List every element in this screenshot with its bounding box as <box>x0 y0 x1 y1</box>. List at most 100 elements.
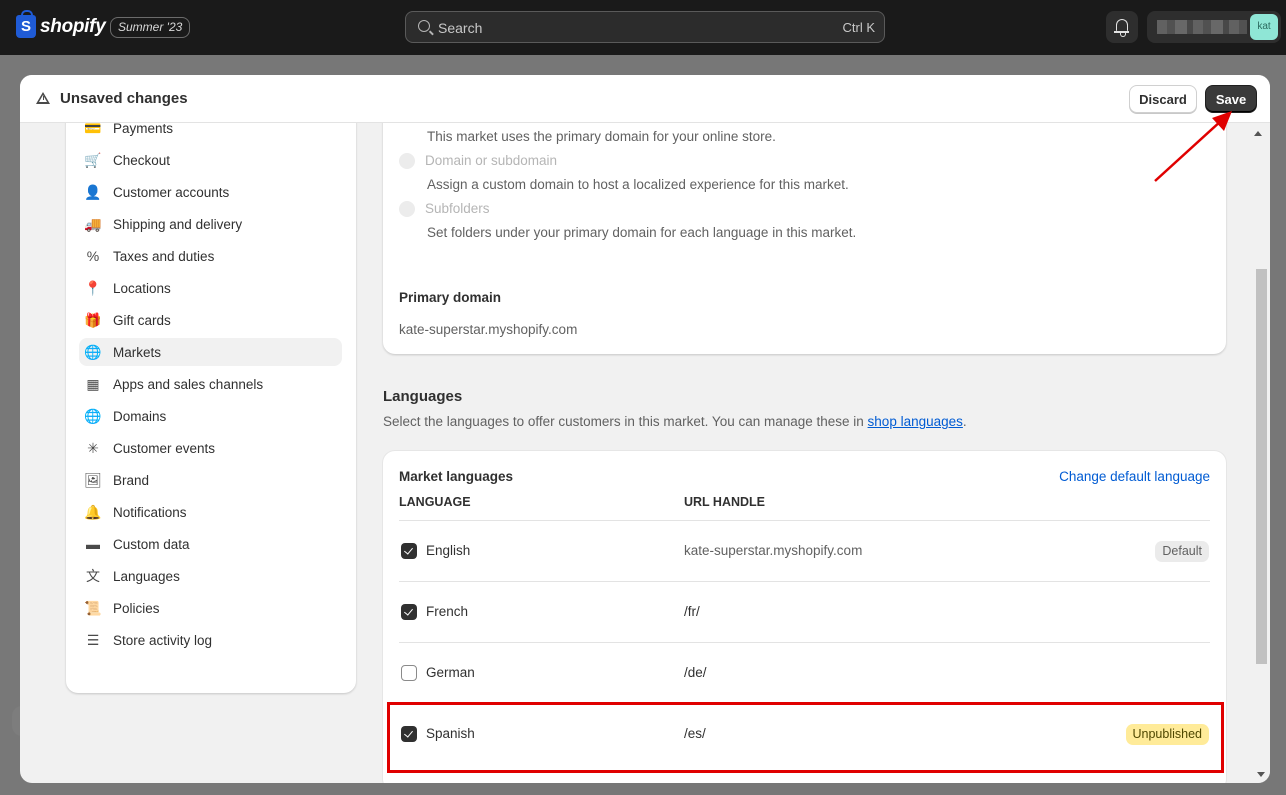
tax-bag-icon: % <box>86 248 100 264</box>
edition-badge: Summer '23 <box>110 17 191 38</box>
shopify-bag-icon: S <box>16 10 36 38</box>
sidebar-item-policies[interactable]: 📜 Policies <box>79 594 342 622</box>
table-row-spanish: Spanish /es/ Unpublished <box>399 703 1210 764</box>
sidebar-item-gift-cards[interactable]: 🎁 Gift cards <box>79 306 342 334</box>
sidebar-item-label: Store activity log <box>113 632 213 648</box>
sidebar-item-customer-accounts[interactable]: 👤 Customer accounts <box>79 178 342 206</box>
unpublished-badge: Unpublished <box>1125 724 1209 745</box>
languages-description-text: Select the languages to offer customers … <box>383 414 868 429</box>
column-header-url-handle: URL HANDLE <box>684 495 766 509</box>
sidebar-item-customer-events[interactable]: ✳ Customer events <box>79 434 342 462</box>
sidebar-item-label: Apps and sales channels <box>113 376 264 392</box>
translate-icon: 文 <box>86 568 100 584</box>
sidebar-item-apps-and-sales-channels[interactable]: ▦ Apps and sales channels <box>79 370 342 398</box>
option-help: Set folders under your primary domain fo… <box>427 225 857 240</box>
sidebar-item-markets[interactable]: 🌐 Markets <box>79 338 342 366</box>
sidebar-item-brand[interactable]: 🖼 Brand <box>79 466 342 494</box>
sidebar-item-label: Locations <box>113 280 171 296</box>
store-name-redacted <box>1157 20 1247 34</box>
globe-cursor-icon: 🌐 <box>84 408 102 424</box>
scroll-up-arrow-icon[interactable] <box>1254 131 1262 136</box>
table-row-german: German /de/ <box>399 642 1210 703</box>
warning-icon <box>36 92 50 104</box>
sidebar-item-label: Shipping and delivery <box>113 216 243 232</box>
scrollbar-thumb[interactable] <box>1256 269 1267 664</box>
table-row-french: French /fr/ <box>399 581 1210 642</box>
sidebar-item-label: Taxes and duties <box>113 248 215 264</box>
unsaved-changes-title: Unsaved changes <box>60 90 188 107</box>
notifications-button[interactable] <box>1106 11 1138 43</box>
save-button[interactable]: Save <box>1205 85 1257 113</box>
sidebar-item-notifications[interactable]: 🔔 Notifications <box>79 498 342 526</box>
modal-scrollbar[interactable] <box>1248 123 1270 783</box>
sidebar-item-label: Policies <box>113 600 160 616</box>
checkbox-spanish[interactable] <box>401 726 417 742</box>
checkbox-english[interactable] <box>401 543 417 559</box>
languages-description-end: . <box>962 414 967 429</box>
sidebar-item-label: Notifications <box>113 504 187 520</box>
discard-button[interactable]: Discard <box>1129 85 1197 113</box>
market-languages-title: Market languages <box>399 469 514 484</box>
radio-subfolders[interactable] <box>399 201 415 217</box>
apps-icon: ▦ <box>86 376 100 392</box>
brand-image-icon: 🖼 <box>84 472 102 488</box>
bell-icon: 🔔 <box>84 504 102 520</box>
sidebar-item-languages[interactable]: 文 Languages <box>79 562 342 590</box>
location-pin-icon: 📍 <box>84 280 102 296</box>
brand-name: shopify <box>40 15 106 37</box>
sidebar-item-label: Checkout <box>113 152 171 168</box>
checkbox-french[interactable] <box>401 604 417 620</box>
sidebar-item-store-activity-log[interactable]: ☰ Store activity log <box>79 626 342 654</box>
change-default-language-link[interactable]: Change default language <box>1059 469 1210 484</box>
top-bar: S shopify Summer '23 Search Ctrl K kat <box>0 0 1286 55</box>
sidebar-item-domains[interactable]: 🌐 Domains <box>79 402 342 430</box>
sidebar-item-checkout[interactable]: 🛒 Checkout <box>79 146 342 174</box>
person-icon: 👤 <box>84 184 102 200</box>
search-input[interactable]: Search Ctrl K <box>405 11 885 43</box>
sidebar-item-label: Brand <box>113 472 150 488</box>
settings-sidebar: 👥Users and permissions💳Payments🛒Checkout… <box>66 89 356 693</box>
checkbox-german[interactable] <box>401 665 417 681</box>
url-handle: kate-superstar.myshopify.com <box>684 543 863 558</box>
sidebar-item-label: Custom data <box>113 536 190 552</box>
unsaved-changes-bar: Unsaved changes Discard Save <box>20 75 1270 123</box>
language-name: Spanish <box>426 726 475 741</box>
sidebar-item-label: Customer events <box>113 440 216 456</box>
account-menu-button[interactable]: kat <box>1147 11 1281 43</box>
policy-scroll-icon: 📜 <box>84 600 102 616</box>
option-label: Subfolders <box>425 201 490 216</box>
sidebar-item-taxes-and-duties[interactable]: % Taxes and duties <box>79 242 342 270</box>
gift-card-icon: 🎁 <box>84 312 102 328</box>
search-placeholder: Search <box>438 20 483 36</box>
language-name: English <box>426 543 471 558</box>
search-icon <box>418 20 430 32</box>
sidebar-item-locations[interactable]: 📍 Locations <box>79 274 342 302</box>
radio-domain-or-subdomain[interactable] <box>399 153 415 169</box>
default-badge: Default <box>1155 541 1209 562</box>
shopify-logo[interactable]: S shopify <box>16 10 106 38</box>
settings-modal: Unsaved changes Discard Save 👥Users and … <box>20 75 1270 783</box>
cursor-click-icon: ✳ <box>87 440 99 456</box>
globe-dollar-icon: 🌐 <box>84 344 102 360</box>
sidebar-item-label: Customer accounts <box>113 184 230 200</box>
market-languages-card: Market languages Change default language… <box>383 451 1226 783</box>
sidebar-item-shipping-and-delivery[interactable]: 🚚 Shipping and delivery <box>79 210 342 238</box>
custom-data-icon: ▬ <box>86 536 100 552</box>
url-handle: /es/ <box>684 726 706 741</box>
shop-languages-link[interactable]: shop languages <box>868 414 963 429</box>
languages-description: Select the languages to offer customers … <box>383 414 967 429</box>
avatar: kat <box>1250 14 1278 40</box>
url-handle: /fr/ <box>684 604 700 619</box>
sidebar-item-label: Markets <box>113 344 162 360</box>
option-help: This market uses the primary domain for … <box>427 129 776 144</box>
option-help: Assign a custom domain to host a localiz… <box>427 177 849 192</box>
option-label: Domain or subdomain <box>425 153 558 168</box>
sidebar-item-label: Languages <box>113 568 180 584</box>
sidebar-item-custom-data[interactable]: ▬ Custom data <box>79 530 342 558</box>
primary-domain-value: kate-superstar.myshopify.com <box>399 322 578 337</box>
scroll-down-arrow-icon[interactable] <box>1257 772 1265 777</box>
list-icon: ☰ <box>86 632 100 648</box>
column-header-language: LANGUAGE <box>399 495 471 509</box>
url-handle: /de/ <box>684 665 707 680</box>
bell-icon <box>1114 19 1129 37</box>
